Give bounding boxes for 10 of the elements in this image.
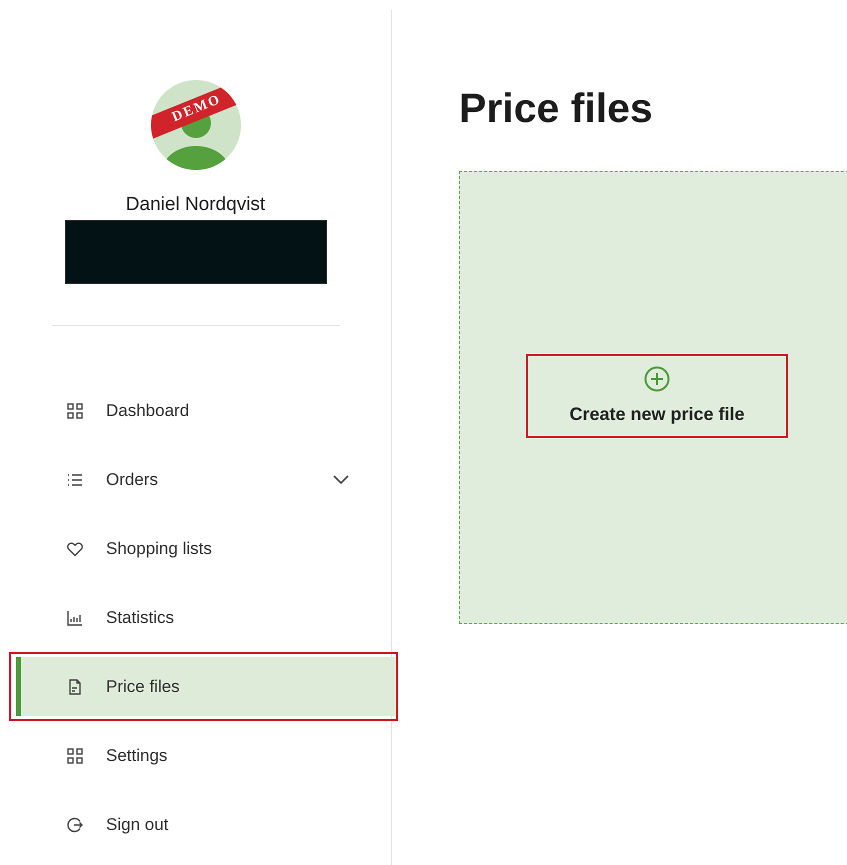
nav-item[interactable]: Shopping lists (16, 519, 396, 578)
nav-item[interactable]: Price files (16, 657, 396, 716)
nav-item[interactable]: Settings (16, 726, 396, 785)
nav-item[interactable]: Statistics (16, 588, 396, 647)
page-title: Price files (459, 86, 654, 132)
nav-item[interactable]: Sign out (16, 795, 396, 854)
create-button[interactable]: Create new price file (569, 366, 745, 426)
nav-item[interactable]: Dashboard (16, 381, 396, 440)
nav-item[interactable]: Orders (16, 450, 396, 509)
user-name: Daniel Nordqvist (126, 194, 266, 216)
